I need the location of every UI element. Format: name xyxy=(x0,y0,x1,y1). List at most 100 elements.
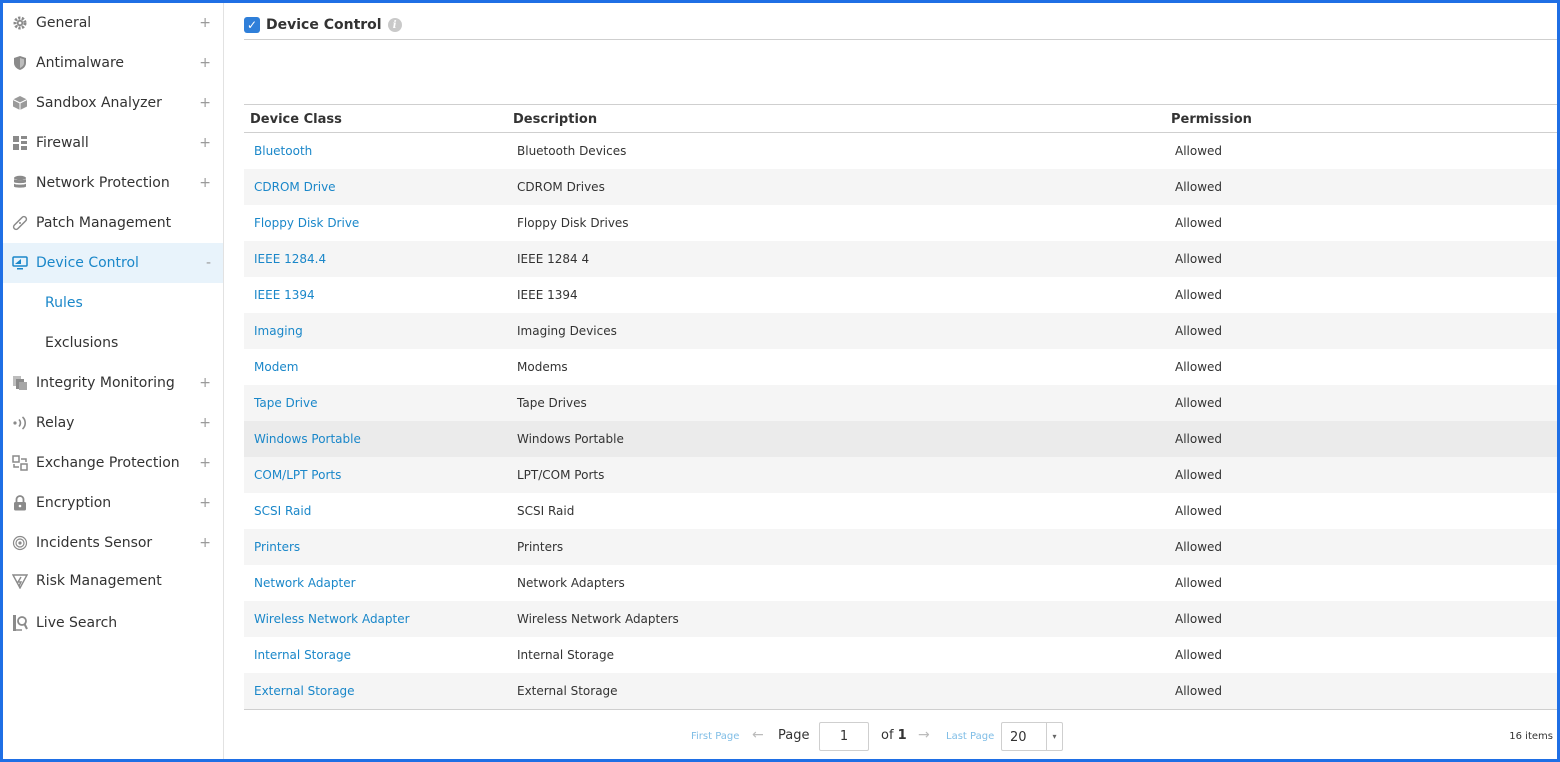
expand-icon[interactable]: + xyxy=(199,495,211,511)
device-class-table: Device Class Description Permission Blue… xyxy=(244,104,1557,710)
monitor-icon xyxy=(11,254,29,272)
device-class-link[interactable]: COM/LPT Ports xyxy=(254,468,341,482)
permission-cell: Allowed xyxy=(1175,648,1223,662)
device-class-link[interactable]: Tape Drive xyxy=(254,396,318,410)
collapse-icon[interactable]: - xyxy=(206,255,211,271)
sidebar-item-label: Risk Management xyxy=(36,573,162,589)
table-bottom-border xyxy=(244,709,1557,710)
exchange-icon xyxy=(11,454,29,472)
expand-icon[interactable]: + xyxy=(199,15,211,31)
permission-cell: Allowed xyxy=(1175,144,1223,158)
section-header: ✓ Device Control i xyxy=(244,11,1557,40)
expand-icon[interactable]: + xyxy=(199,55,211,71)
device-class-link[interactable]: SCSI Raid xyxy=(254,504,311,518)
permission-cell: Allowed xyxy=(1175,396,1223,410)
sidebar-item-patch-management[interactable]: Patch Management xyxy=(3,203,223,243)
device-class-link[interactable]: Internal Storage xyxy=(254,648,351,662)
description-cell: Internal Storage xyxy=(517,648,615,662)
permission-cell: Allowed xyxy=(1175,216,1223,230)
sidebar-item-firewall[interactable]: Firewall + xyxy=(3,123,223,163)
device-class-link[interactable]: Bluetooth xyxy=(254,144,312,158)
sidebar-item-label: Rules xyxy=(45,295,83,311)
sidebar-item-label: Incidents Sensor xyxy=(36,535,153,551)
description-cell: CDROM Drives xyxy=(517,180,605,194)
permission-cell: Allowed xyxy=(1175,576,1223,590)
sidebar-item-label: Exclusions xyxy=(45,335,119,351)
device-class-link[interactable]: Floppy Disk Drive xyxy=(254,216,359,230)
device-class-link[interactable]: Wireless Network Adapter xyxy=(254,612,410,626)
device-class-link[interactable]: Modem xyxy=(254,360,298,374)
table-row: Modem Modems Allowed xyxy=(244,349,1557,385)
permission-cell: Allowed xyxy=(1175,468,1223,482)
description-cell: Floppy Disk Drives xyxy=(517,216,629,230)
expand-icon[interactable]: + xyxy=(199,415,211,431)
sidebar-item-risk-management[interactable]: Risk Management xyxy=(3,561,223,601)
table-row: Imaging Imaging Devices Allowed xyxy=(244,313,1557,349)
expand-icon[interactable]: + xyxy=(199,535,211,551)
expand-icon[interactable]: + xyxy=(199,375,211,391)
sidebar-subitem-exclusions[interactable]: Exclusions xyxy=(3,323,223,363)
device-class-link[interactable]: Network Adapter xyxy=(254,576,356,590)
permission-cell: Allowed xyxy=(1175,324,1223,338)
table-row: Tape Drive Tape Drives Allowed xyxy=(244,385,1557,421)
expand-icon[interactable]: + xyxy=(199,95,211,111)
cube-icon xyxy=(11,94,29,112)
permission-cell: Allowed xyxy=(1175,612,1223,626)
sidebar-item-label: General xyxy=(36,15,92,31)
shield-icon xyxy=(11,54,29,72)
search-document-icon xyxy=(11,614,29,632)
description-cell: IEEE 1394 xyxy=(517,288,578,302)
sidebar-item-general[interactable]: General + xyxy=(3,3,223,43)
first-page-link[interactable]: First Page xyxy=(691,731,739,742)
device-class-link[interactable]: External Storage xyxy=(254,684,355,698)
prev-page-arrow-icon[interactable]: ← xyxy=(752,727,764,743)
permission-cell: Allowed xyxy=(1175,180,1223,194)
permission-cell: Allowed xyxy=(1175,432,1223,446)
sidebar-item-antimalware[interactable]: Antimalware + xyxy=(3,43,223,83)
device-class-link[interactable]: IEEE 1394 xyxy=(254,288,315,302)
page-number-input[interactable] xyxy=(819,722,869,751)
last-page-link[interactable]: Last Page xyxy=(946,731,994,742)
table-row: SCSI Raid SCSI Raid Allowed xyxy=(244,493,1557,529)
expand-icon[interactable]: + xyxy=(199,135,211,151)
permission-cell: Allowed xyxy=(1175,288,1223,302)
device-class-link[interactable]: Windows Portable xyxy=(254,432,361,446)
device-class-link[interactable]: CDROM Drive xyxy=(254,180,336,194)
chevron-down-icon[interactable]: ▾ xyxy=(1046,723,1062,750)
sidebar-item-device-control[interactable]: Device Control - xyxy=(3,243,223,283)
next-page-arrow-icon[interactable]: → xyxy=(918,727,930,743)
sidebar-item-relay[interactable]: Relay + xyxy=(3,403,223,443)
column-header-permission[interactable]: Permission xyxy=(1171,112,1252,127)
page-size-select[interactable]: 20 ▾ xyxy=(1001,722,1063,751)
description-cell: Windows Portable xyxy=(517,432,624,446)
page-label: Page xyxy=(778,728,810,743)
sidebar-item-sandbox-analyzer[interactable]: Sandbox Analyzer + xyxy=(3,83,223,123)
sidebar-item-label: Encryption xyxy=(36,495,112,511)
info-icon[interactable]: i xyxy=(387,18,402,32)
table-row: Wireless Network Adapter Wireless Network… xyxy=(244,601,1557,637)
firewall-icon xyxy=(11,134,29,152)
device-control-checkbox[interactable]: ✓ xyxy=(244,17,260,33)
sidebar-item-incidents-sensor[interactable]: Incidents Sensor + xyxy=(3,523,223,563)
sidebar-subitem-rules[interactable]: Rules xyxy=(3,283,223,323)
expand-icon[interactable]: + xyxy=(199,175,211,191)
table-row: IEEE 1394 IEEE 1394 Allowed xyxy=(244,277,1557,313)
sidebar-item-label: Relay xyxy=(36,415,75,431)
expand-icon[interactable]: + xyxy=(199,455,211,471)
sidebar-item-live-search[interactable]: Live Search xyxy=(3,603,223,643)
permission-cell: Allowed xyxy=(1175,252,1223,266)
device-class-link[interactable]: Printers xyxy=(254,540,300,554)
sidebar-item-encryption[interactable]: Encryption + xyxy=(3,483,223,523)
description-cell: Modems xyxy=(517,360,568,374)
sidebar-item-label: Sandbox Analyzer xyxy=(36,95,162,111)
total-pages: 1 xyxy=(897,728,907,743)
sidebar-item-integrity-monitoring[interactable]: Integrity Monitoring + xyxy=(3,363,223,403)
column-header-description[interactable]: Description xyxy=(513,112,597,127)
device-class-link[interactable]: IEEE 1284.4 xyxy=(254,252,326,266)
sidebar-item-network-protection[interactable]: Network Protection + xyxy=(3,163,223,203)
pagination: First Page ← Page of 1 → Last Page 20 ▾ … xyxy=(224,720,1557,752)
sidebar-item-exchange-protection[interactable]: Exchange Protection + xyxy=(3,443,223,483)
total-pages-label: of 1 xyxy=(881,728,907,743)
column-header-device-class[interactable]: Device Class xyxy=(250,112,342,127)
device-class-link[interactable]: Imaging xyxy=(254,324,303,338)
